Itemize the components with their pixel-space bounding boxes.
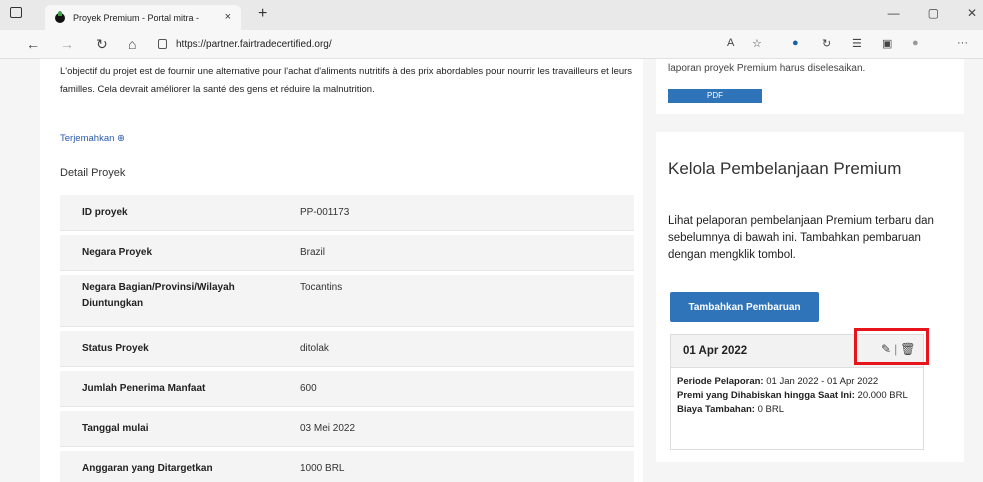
tab-actions-icon[interactable] [10,7,22,18]
add-update-button[interactable]: Tambahkan Pembaruan [670,292,819,322]
table-row: ID proyek PP-001173 [60,195,634,231]
new-tab-button[interactable]: + [258,5,267,23]
more-menu-icon[interactable]: ··· [957,37,968,49]
row-label: Negara Bagian/Provinsi/Wilayah Diuntungk… [82,282,235,309]
home-icon[interactable]: ⌂ [128,36,136,52]
extension-icon[interactable]: ● [792,37,799,49]
globe-icon: ⊕ [117,133,125,144]
table-row: Tanggal mulai 03 Mei 2022 [60,411,634,447]
url-field[interactable]: https://partner.fairtradecertified.org/ [158,33,638,55]
row-value: PP-001173 [300,207,350,218]
address-bar: ← → ↻ ⌂ https://partner.fairtradecertifi… [0,30,983,59]
spending-entry-body: Periode Pelaporan: 01 Jan 2022 - 01 Apr … [677,375,921,417]
forward-arrow-icon[interactable]: → [60,36,74,52]
favorites-icon[interactable]: ☰ [852,37,862,50]
window-controls: — ▢ ✕ [888,6,983,20]
row-value: ditolak [300,343,329,354]
minimize-icon[interactable]: — [888,6,900,20]
row-value: Brazil [300,247,326,258]
table-row: Status Proyek ditolak [60,331,634,367]
project-main-column: L'objectif du projet est de fournir une … [40,59,643,482]
back-arrow-icon[interactable]: ← [26,36,40,52]
table-row: Jumlah Penerima Manfaat 600 [60,371,634,407]
row-value: Tocantins [300,282,343,293]
table-row: Anggaran yang Ditargetkan 1000 BRL [60,451,634,482]
spent-value: 20.000 BRL [857,390,908,401]
translate-link[interactable]: Terjemahkan ⊕ [60,133,125,144]
table-row: Negara Bagian/Provinsi/Wilayah Diuntungk… [60,275,634,327]
report-card: laporan proyek Premium harus diselesaika… [656,59,964,114]
page-content: L'objectif du projet est de fournir une … [0,59,983,482]
browser-tab[interactable]: Proyek Premium - Portal mitra - × [45,5,241,30]
row-label: Status Proyek [82,343,149,354]
project-details-title: Detail Proyek [60,167,126,179]
row-label: Negara Proyek [82,247,153,258]
row-label: Tanggal mulai [82,423,149,434]
manage-spending-description: Lihat pelaporan pembelanjaan Premium ter… [668,215,934,261]
extra-cost-value: 0 BRL [757,404,785,415]
sync-icon[interactable]: ↻ [822,37,831,50]
report-instructions-text: laporan proyek Premium harus diselesaika… [668,63,866,74]
collections-icon[interactable]: ▣ [882,37,892,50]
row-value: 600 [300,383,317,394]
extra-cost-label: Biaya Tambahan: [677,404,755,415]
row-label: Jumlah Penerima Manfaat [82,383,206,394]
table-row: Negara Proyek Brazil [60,235,634,271]
tab-title: Proyek Premium - Portal mitra - [73,12,200,23]
pdf-button[interactable]: PDF [668,89,762,103]
fairtrade-favicon-icon [55,10,65,23]
manage-spending-card: Kelola Pembelanjaan Premium Lihat pelapo… [656,132,964,462]
refresh-icon[interactable]: ↻ [96,36,108,53]
browser-tab-bar: Proyek Premium - Portal mitra - × + — ▢ … [0,0,983,30]
maximize-icon[interactable]: ▢ [928,6,939,20]
page-info-icon[interactable] [158,39,167,49]
manage-spending-title: Kelola Pembelanjaan Premium [668,159,902,178]
url-text: https://partner.fairtradecertified.org/ [176,38,332,50]
close-window-icon[interactable]: ✕ [967,6,977,20]
spent-label: Premi yang Dihabiskan hingga Saat Ini: [677,390,855,401]
period-label: Periode Pelaporan: [677,376,764,387]
row-value: 03 Mei 2022 [300,423,356,434]
tab-close-icon[interactable]: × [225,11,231,23]
highlight-box [854,328,929,365]
row-value: 1000 BRL [300,463,345,474]
row-label: Anggaran yang Ditargetkan [82,463,213,474]
read-aloud-icon[interactable]: A [727,37,734,49]
period-value: 01 Jan 2022 - 01 Apr 2022 [766,376,879,387]
profile-avatar-icon[interactable]: ● [912,37,919,49]
add-favorite-icon[interactable]: ☆ [752,37,762,50]
entry-date: 01 Apr 2022 [683,345,748,357]
translate-link-label: Terjemahkan [60,133,115,144]
row-label: ID proyek [82,207,128,218]
project-objective-text: L'objectif du projet est de fournir une … [60,66,633,95]
